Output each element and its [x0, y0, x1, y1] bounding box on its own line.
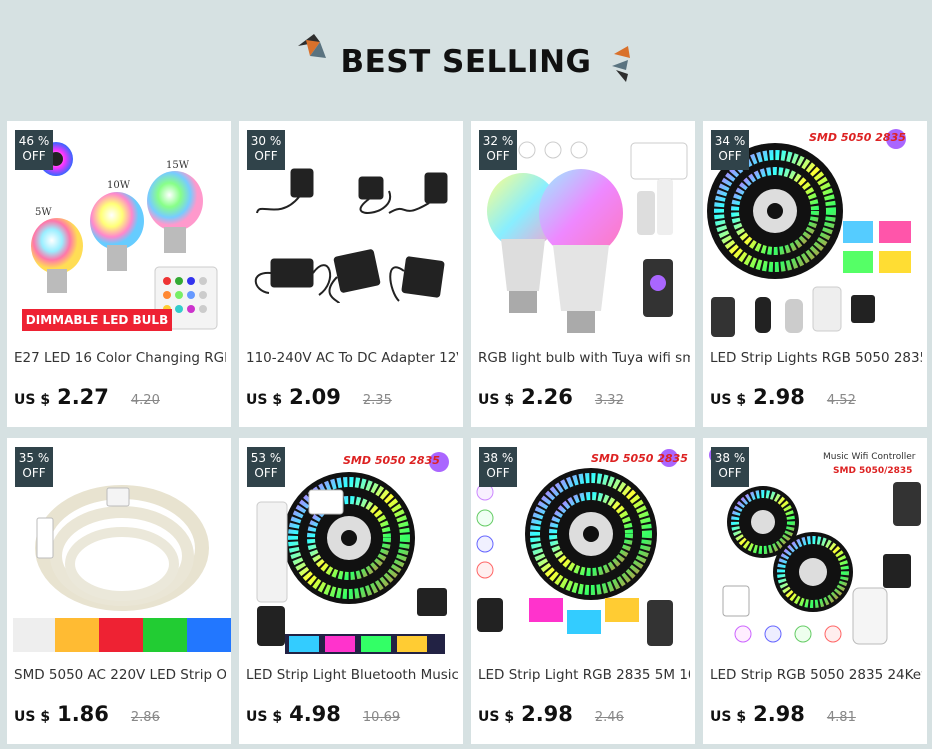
svg-text:10W: 10W	[107, 180, 131, 191]
product-overlay-label: SMD 5050 2835	[809, 131, 906, 144]
discount-badge: 38 % OFF	[711, 447, 749, 487]
price-row: US $ 2.98 4.81	[710, 702, 856, 732]
svg-text:5W: 5W	[35, 207, 52, 218]
sale-price: 2.26	[521, 385, 573, 409]
product-card[interactable]: SMD 5050 2835 38 % OFF LED Strip Light RG…	[471, 438, 695, 744]
price-row: US $ 2.27 4.20	[14, 385, 160, 415]
discount-off-label: OFF	[718, 466, 742, 480]
product-card[interactable]: 5W 10W 15W DIMMABLE LED BULB 46 % OFF E27…	[7, 121, 231, 427]
discount-off-label: OFF	[254, 149, 278, 163]
section-title: BEST SELLING	[340, 44, 592, 80]
discount-off-label: OFF	[718, 149, 742, 163]
discount-badge: 34 % OFF	[711, 130, 749, 170]
discount-percent: 46 %	[18, 134, 50, 148]
product-overlay-label: SMD 5050 2835	[343, 454, 440, 467]
product-title[interactable]: RGB light bulb with Tuya wifi smart 10w …	[478, 349, 690, 370]
discount-percent: 34 %	[714, 134, 746, 148]
sale-price: 2.27	[57, 385, 109, 409]
discount-off-label: OFF	[486, 466, 510, 480]
price-row: US $ 1.86 2.86	[14, 702, 160, 732]
product-grid: 5W 10W 15W DIMMABLE LED BULB 46 % OFF E27…	[7, 121, 927, 744]
original-price: 3.32	[594, 393, 624, 408]
original-price: 2.35	[362, 393, 392, 408]
currency-label: US $	[478, 392, 515, 408]
svg-text:15W: 15W	[166, 160, 190, 171]
product-title[interactable]: SMD 5050 AC 220V LED Strip Outdoor Water…	[14, 666, 226, 687]
price-row: US $ 4.98 10.69	[246, 702, 400, 732]
currency-label: US $	[710, 709, 747, 725]
product-card[interactable]: 35 %OFF SMD 5050 AC 220V LED Strip Outdo…	[7, 438, 231, 744]
discount-percent: 38 %	[714, 451, 746, 465]
discount-badge: 35 % OFF	[15, 447, 53, 487]
discount-badge: 38 % OFF	[479, 447, 517, 487]
discount-percent: 35 %	[18, 451, 50, 465]
discount-badge: 53 % OFF	[247, 447, 285, 487]
product-title[interactable]: LED Strip Light RGB 2835 5M 10M 15M 20M …	[478, 666, 690, 687]
original-price: 4.52	[826, 393, 856, 408]
product-title[interactable]: LED Strip Lights RGB 5050 2835 5M 10M 15…	[710, 349, 922, 370]
currency-label: US $	[14, 392, 51, 408]
product-title[interactable]: 110-240V AC To DC Adapter 12V 1A 2A 3A 1…	[246, 349, 458, 370]
price-row: US $ 2.09 2.35	[246, 385, 392, 415]
product-card[interactable]: Music Wifi Controller SMD 5050/2835 38 %…	[703, 438, 927, 744]
discount-off-label: OFF	[486, 149, 510, 163]
product-overlay-label: SMD 5050 2835	[591, 452, 688, 465]
discount-percent: 30 %	[250, 134, 282, 148]
original-price: 2.86	[130, 710, 160, 725]
currency-label: US $	[246, 709, 283, 725]
currency-label: US $	[14, 709, 51, 725]
original-price: 10.69	[362, 710, 401, 725]
discount-off-label: OFF	[22, 149, 46, 163]
product-overlay-sublabel: SMD 5050/2835	[833, 466, 913, 476]
discount-percent: 32 %	[482, 134, 514, 148]
product-card[interactable]: SMD 5050 2835 34 % OFF LED Strip Lights R…	[703, 121, 927, 427]
discount-percent: 38 %	[482, 451, 514, 465]
currency-label: US $	[478, 709, 515, 725]
original-price: 2.46	[594, 710, 624, 725]
sale-price: 2.98	[753, 385, 805, 409]
product-title[interactable]: E27 LED 16 Color Changing RGB Magic Ligh…	[14, 349, 226, 370]
price-row: US $ 2.98 2.46	[478, 702, 624, 732]
discount-badge: 32 % OFF	[479, 130, 517, 170]
product-card[interactable]: SMD 5050 2835 53 % OFF LED Strip Light Bl…	[239, 438, 463, 744]
sale-price: 2.98	[521, 702, 573, 726]
discount-off-label: OFF	[254, 466, 278, 480]
discount-badge: 46 % OFF	[15, 130, 53, 170]
discount-badge: 30 % OFF	[247, 130, 285, 170]
sale-price: 4.98	[289, 702, 341, 726]
price-row: US $ 2.98 4.52	[710, 385, 856, 415]
discount-off-label: OFF	[22, 466, 46, 480]
product-title[interactable]: LED Strip Light Bluetooth Music SMD 5050…	[246, 666, 458, 687]
section-header: BEST SELLING	[0, 0, 932, 120]
sale-price: 2.98	[753, 702, 805, 726]
product-title[interactable]: LED Strip RGB 5050 2835 24Key Music Wifi…	[710, 666, 922, 687]
product-card[interactable]: 30 %OFF 110-240V AC To DC Adapter 12V 1A…	[239, 121, 463, 427]
price-row: US $ 2.26 3.32	[478, 385, 624, 415]
sale-price: 2.09	[289, 385, 341, 409]
original-price: 4.20	[130, 393, 160, 408]
discount-percent: 53 %	[250, 451, 282, 465]
original-price: 4.81	[826, 710, 856, 725]
currency-label: US $	[246, 392, 283, 408]
sale-price: 1.86	[57, 702, 109, 726]
product-overlay-label: Music Wifi Controller	[823, 452, 916, 462]
product-overlay-label: DIMMABLE LED BULB	[25, 313, 169, 327]
product-card[interactable]: 32 % OFF RGB light bulb with Tuya wifi sm…	[471, 121, 695, 427]
currency-label: US $	[710, 392, 747, 408]
